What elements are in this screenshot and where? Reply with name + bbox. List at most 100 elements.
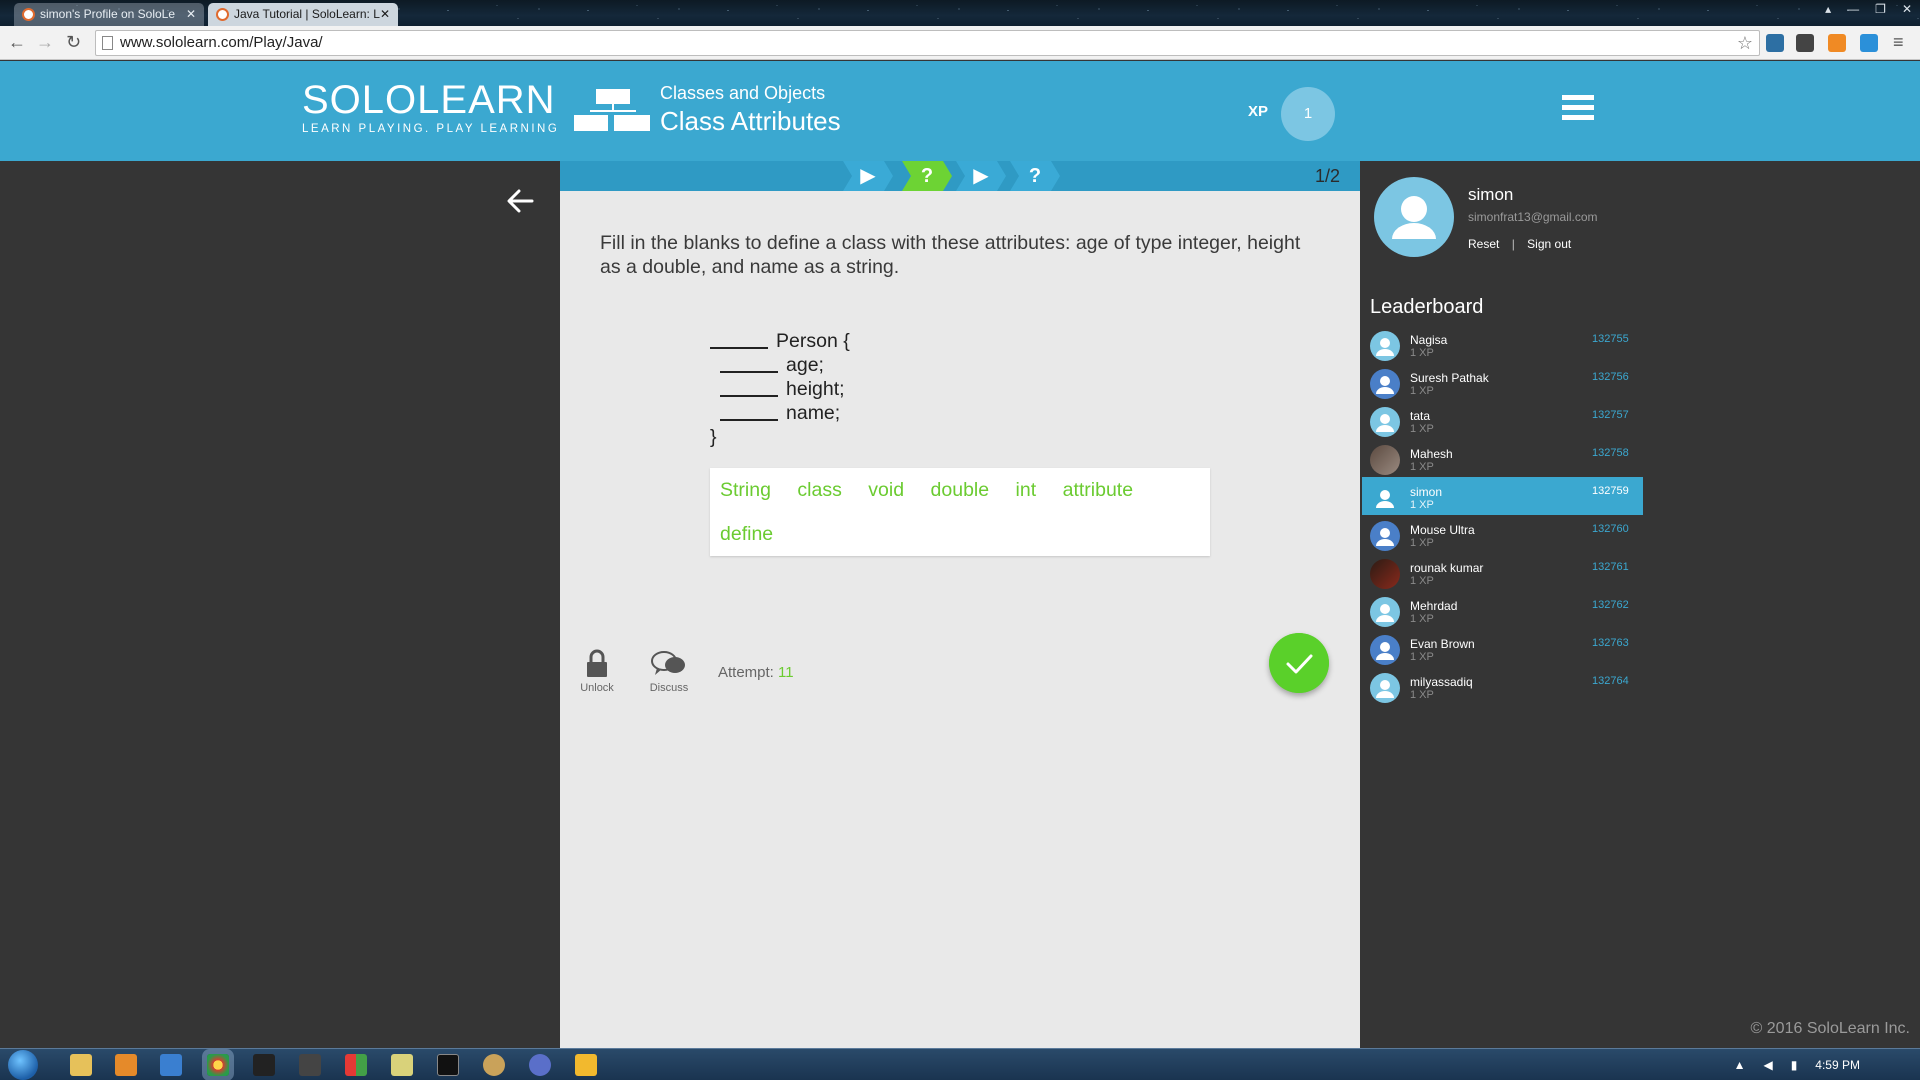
quiz-card: ▶ ? ▶ ? 1/2 Fill in the blanks to define… xyxy=(560,161,1360,1050)
blank-slot[interactable] xyxy=(720,379,778,397)
step-quiz-2[interactable]: ? xyxy=(1010,161,1060,191)
menu-icon[interactable]: ≡ xyxy=(1893,32,1904,53)
maximize-button[interactable]: ❐ xyxy=(1875,2,1886,16)
app-icon[interactable] xyxy=(575,1054,597,1076)
brand[interactable]: SOLOLEARN LEARN PLAYING. PLAY LEARNING xyxy=(302,79,559,135)
reload-icon[interactable]: ↻ xyxy=(66,32,81,53)
back-nav-icon[interactable]: ← xyxy=(8,32,26,53)
close-window-button[interactable]: ✕ xyxy=(1902,2,1912,16)
tray-expand-icon[interactable]: ▲ xyxy=(1734,1058,1746,1072)
eye-extension-icon[interactable] xyxy=(1766,34,1784,52)
choice-string[interactable]: String xyxy=(720,478,771,522)
tab-java-tutorial[interactable]: Java Tutorial | SoloLearn: L ✕ xyxy=(208,3,398,26)
leaderboard-name: milyassadiq xyxy=(1410,675,1473,689)
network-icon[interactable]: ▮ xyxy=(1791,1058,1798,1072)
unlock-button[interactable]: Unlock xyxy=(572,649,622,694)
blank-slot[interactable] xyxy=(720,403,778,421)
user-photo-avatar xyxy=(1370,559,1400,589)
lock-icon xyxy=(587,649,607,677)
profile-avatar[interactable] xyxy=(1374,177,1454,257)
tab-profile[interactable]: simon's Profile on SoloLe ✕ xyxy=(14,3,204,26)
step-lesson-1[interactable]: ▶ xyxy=(843,161,893,191)
chrome-icon[interactable] xyxy=(207,1054,229,1076)
choice-class[interactable]: class xyxy=(797,478,841,522)
hamburger-menu-icon[interactable] xyxy=(1562,95,1594,123)
choice-int[interactable]: int xyxy=(1016,478,1037,522)
windows-start-icon[interactable] xyxy=(8,1050,38,1080)
leaderboard-xp: 1 XP xyxy=(1410,689,1434,701)
signout-link[interactable]: Sign out xyxy=(1527,237,1571,251)
rss-icon[interactable] xyxy=(1828,34,1846,52)
leaderboard-row[interactable]: Mahesh 1 XP 132758 xyxy=(1362,439,1643,477)
discuss-label: Discuss xyxy=(649,682,689,694)
app-icon[interactable] xyxy=(299,1054,321,1076)
leaderboard-rank: 132761 xyxy=(1592,561,1629,573)
leaderboard-xp: 1 XP xyxy=(1410,575,1434,587)
sololearn-logo: SOLOLEARN xyxy=(302,78,556,122)
forward-nav-icon[interactable]: → xyxy=(36,32,54,53)
profile-name[interactable]: simon xyxy=(1468,185,1513,205)
progress-bar: ▶ ? ▶ ? 1/2 xyxy=(560,161,1360,191)
sololearn-favicon-icon xyxy=(216,8,229,21)
leaderboard-rank: 132764 xyxy=(1592,675,1629,687)
choice-void[interactable]: void xyxy=(868,478,904,522)
choice-define[interactable]: define xyxy=(720,522,773,566)
choice-attribute[interactable]: attribute xyxy=(1063,478,1133,522)
copyright: © 2016 SoloLearn Inc. xyxy=(1750,1020,1910,1037)
leaderboard-name: simon xyxy=(1410,485,1443,499)
code-line: Person { xyxy=(776,330,850,352)
blank-slot[interactable] xyxy=(720,355,778,373)
sololearn-favicon-icon xyxy=(22,8,35,21)
bookmark-star-icon[interactable]: ☆ xyxy=(1737,31,1753,55)
blank-slot[interactable] xyxy=(710,331,768,349)
leaderboard-row[interactable]: Evan Brown 1 XP 132763 xyxy=(1362,629,1643,667)
discuss-button[interactable]: Discuss xyxy=(644,649,694,694)
user-avatar-icon xyxy=(1370,483,1400,513)
leaderboard-rank: 132762 xyxy=(1592,599,1629,611)
back-arrow-icon[interactable] xyxy=(504,185,536,217)
extension-icon[interactable] xyxy=(1796,34,1814,52)
choice-double[interactable]: double xyxy=(931,478,990,522)
address-bar[interactable]: www.sololearn.com/Play/Java/ ☆ xyxy=(95,30,1760,56)
leaderboard-row[interactable]: rounak kumar 1 XP 132761 xyxy=(1362,553,1643,591)
close-tab-icon[interactable]: ✕ xyxy=(380,3,390,26)
volume-icon[interactable]: ◀ xyxy=(1763,1058,1772,1072)
app-icon[interactable] xyxy=(483,1054,505,1076)
leaderboard-xp: 1 XP xyxy=(1410,423,1434,435)
media-player-icon[interactable] xyxy=(115,1054,137,1076)
leaderboard-row-current-user[interactable]: simon 1 XP 132759 xyxy=(1362,477,1643,515)
minimize-button[interactable]: — xyxy=(1847,2,1859,16)
leaderboard-row[interactable]: tata 1 XP 132757 xyxy=(1362,401,1643,439)
user-avatar-icon xyxy=(1370,407,1400,437)
leaderboard-rank: 132763 xyxy=(1592,637,1629,649)
leaderboard-row[interactable]: Mouse Ultra 1 XP 132760 xyxy=(1362,515,1643,553)
page-icon xyxy=(102,36,113,50)
user-icon[interactable]: ▴ xyxy=(1825,2,1831,16)
notepad-icon[interactable] xyxy=(391,1054,413,1076)
app-icon[interactable] xyxy=(160,1054,182,1076)
step-lesson-2[interactable]: ▶ xyxy=(956,161,1006,191)
leaderboard-row[interactable]: Nagisa 1 XP 132755 xyxy=(1362,325,1643,363)
user-photo-avatar xyxy=(1370,445,1400,475)
leaderboard-xp: 1 XP xyxy=(1410,461,1434,473)
clock[interactable]: 4:59 PM xyxy=(1815,1058,1860,1072)
close-tab-icon[interactable]: ✕ xyxy=(186,3,196,26)
leaderboard-row[interactable]: Mehrdad 1 XP 132762 xyxy=(1362,591,1643,629)
app-icon[interactable] xyxy=(529,1054,551,1076)
leaderboard-xp: 1 XP xyxy=(1410,385,1434,397)
leaderboard-row[interactable]: milyassadiq 1 XP 132764 xyxy=(1362,667,1643,705)
screenshot-extension-icon[interactable] xyxy=(1860,34,1878,52)
reset-link[interactable]: Reset xyxy=(1468,237,1499,251)
app-icon[interactable] xyxy=(345,1054,367,1076)
app-icon[interactable] xyxy=(253,1054,275,1076)
check-answer-button[interactable] xyxy=(1269,633,1329,693)
file-explorer-icon[interactable] xyxy=(70,1054,92,1076)
xp-label: XP xyxy=(1248,103,1269,120)
step-quiz-1[interactable]: ? xyxy=(902,161,952,191)
leaderboard-xp: 1 XP xyxy=(1410,347,1434,359)
user-avatar-icon xyxy=(1370,597,1400,627)
user-avatar-icon xyxy=(1370,673,1400,703)
user-avatar-icon xyxy=(1370,331,1400,361)
leaderboard-row[interactable]: Suresh Pathak 1 XP 132756 xyxy=(1362,363,1643,401)
command-prompt-icon[interactable] xyxy=(437,1054,459,1076)
